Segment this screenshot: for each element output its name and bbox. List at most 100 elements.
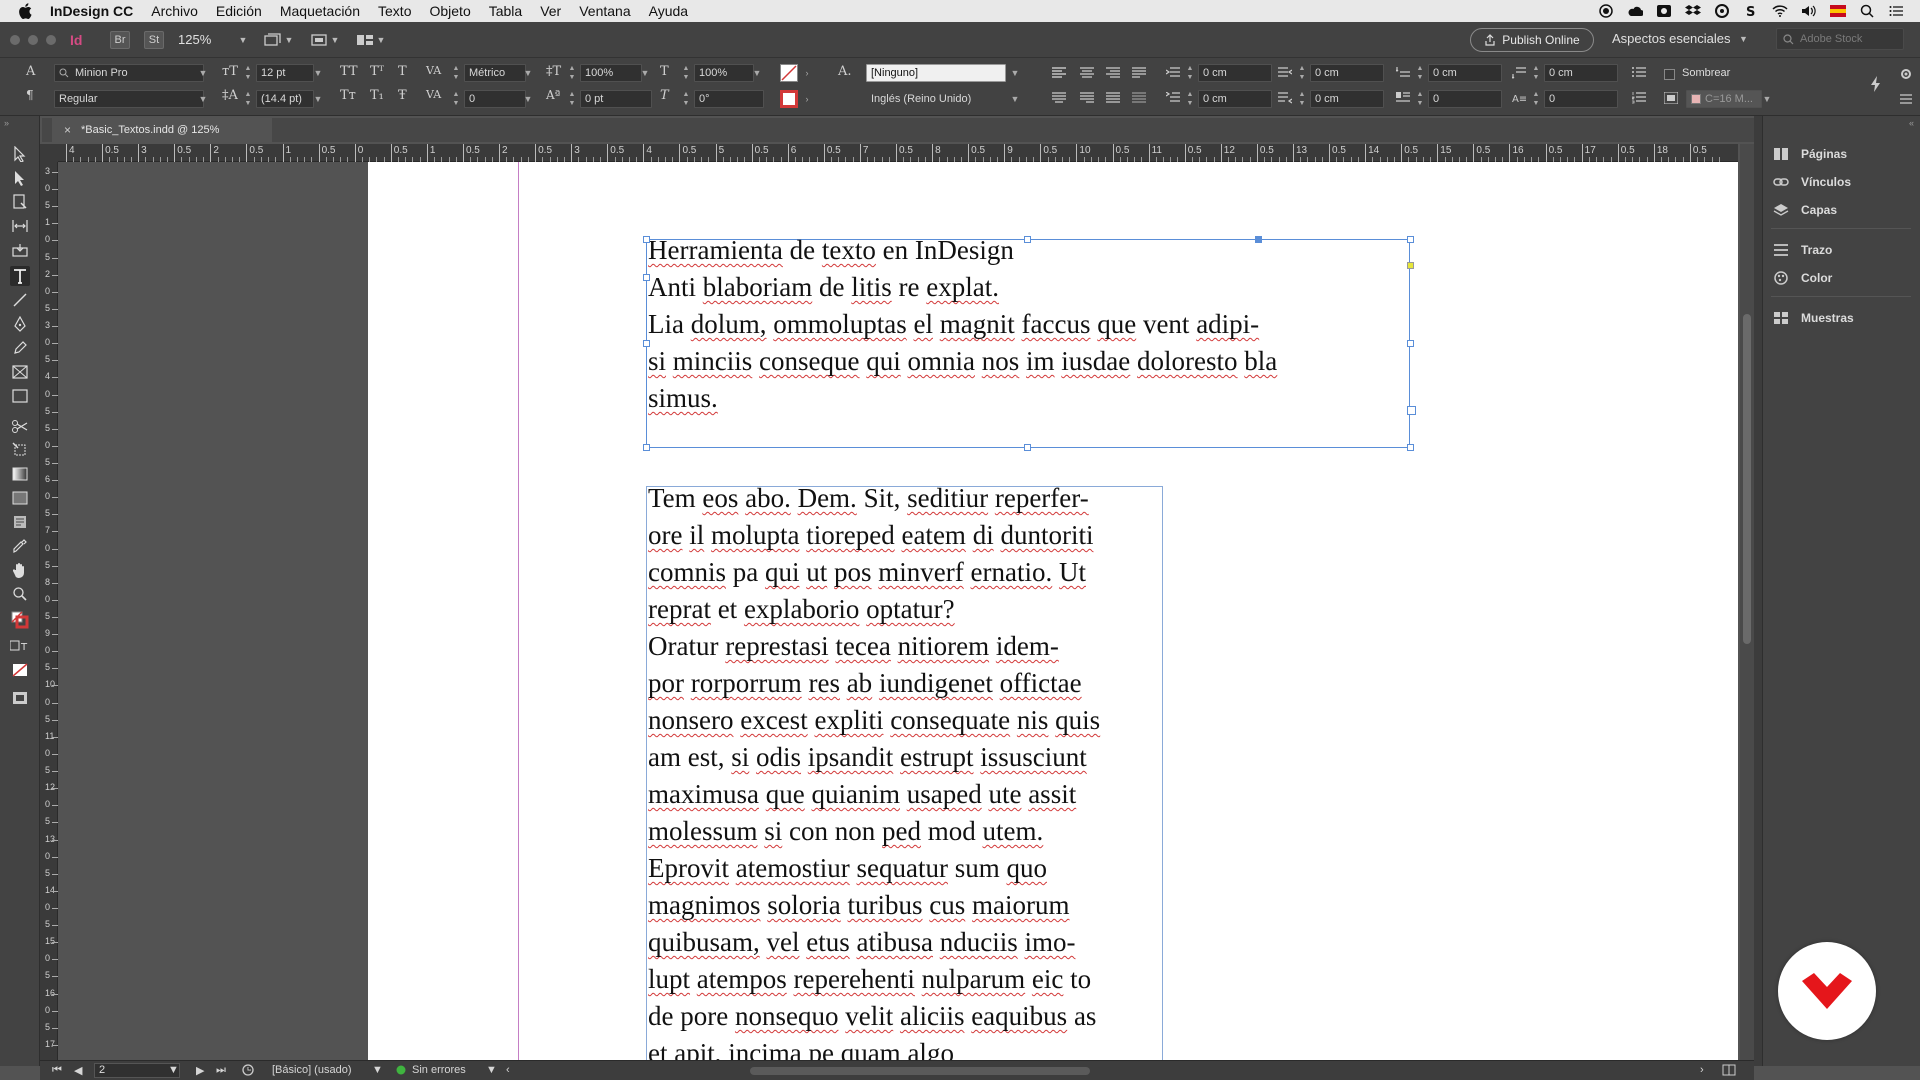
menu-ventana[interactable]: Ventana bbox=[579, 3, 630, 19]
formatting-affects-container-icon[interactable]: T bbox=[10, 636, 30, 656]
scroll-left-icon[interactable]: ‹ bbox=[506, 1064, 510, 1076]
last-line-indent-field[interactable]: 0 cm bbox=[1310, 90, 1384, 108]
cloud-icon[interactable] bbox=[1627, 4, 1643, 18]
tracking-stepper[interactable]: ▲ ▼ bbox=[452, 90, 460, 108]
rectangle-tool-icon[interactable] bbox=[10, 386, 30, 406]
last-line-indent-stepper[interactable]: ▲ ▼ bbox=[1298, 90, 1306, 108]
screen-mode-dropdown-icon[interactable]: ▼ bbox=[330, 35, 340, 45]
minimize-window-button[interactable] bbox=[28, 34, 38, 45]
text-line[interactable]: Tem eos abo. Dem. Sit, seditiur reperfer… bbox=[648, 480, 1162, 517]
character-style-field[interactable]: [Ninguno] bbox=[866, 64, 1006, 82]
first-line-indent-field[interactable]: 0 cm bbox=[1198, 90, 1272, 108]
frame1-out-port[interactable] bbox=[1407, 406, 1416, 415]
vertical-scrollbar[interactable] bbox=[1740, 144, 1754, 1060]
notification-center-icon[interactable] bbox=[1888, 4, 1904, 18]
eyedropper-tool-icon[interactable] bbox=[10, 536, 30, 556]
panel-collapse-icon[interactable]: « bbox=[1909, 118, 1914, 128]
text-line[interactable]: Anti blaboriam de litis re explat. bbox=[648, 269, 1408, 306]
previous-page-icon[interactable]: ◀ bbox=[74, 1064, 82, 1077]
horizontal-ruler[interactable]: 4 0.5 3 0.5 2 0.5 1 0.5 0 0.5 1 0.5 2 0.5 3 0.5 4 0.5 5 0.5… bbox=[58, 144, 1738, 162]
panel-settings-icon[interactable] bbox=[1900, 68, 1912, 80]
vertical-scroll-thumb[interactable] bbox=[1743, 314, 1751, 644]
horizontal-scale-stepper[interactable]: ▲ ▼ bbox=[682, 64, 690, 82]
right-indent-stepper[interactable]: ▲ ▼ bbox=[1298, 64, 1306, 82]
free-transform-tool-icon[interactable] bbox=[10, 440, 30, 460]
brand-badge[interactable] bbox=[1778, 942, 1876, 1040]
horizontal-scale-field[interactable]: 100% bbox=[694, 64, 754, 82]
zoom-dropdown-icon[interactable]: ▼ bbox=[238, 35, 248, 45]
language-field[interactable]: Inglés (Reino Unido) bbox=[866, 90, 1006, 108]
kerning-dropdown-icon[interactable]: ▼ bbox=[523, 64, 533, 82]
arrange-dropdown-icon[interactable]: ▼ bbox=[376, 35, 386, 45]
flag-icon[interactable] bbox=[1830, 4, 1846, 18]
workspace-switcher[interactable]: Aspectos esenciales ▼ bbox=[1612, 31, 1749, 46]
tracking-dropdown-icon[interactable]: ▼ bbox=[523, 90, 533, 108]
frame1-handle-tc[interactable] bbox=[1024, 236, 1031, 243]
screen-mode-icon[interactable] bbox=[308, 31, 330, 49]
left-indent-stepper[interactable]: ▲ ▼ bbox=[1186, 64, 1194, 82]
document-canvas[interactable]: Herramienta de texto en InDesign Anti bla… bbox=[58, 162, 1738, 1060]
close-window-button[interactable] bbox=[10, 34, 20, 45]
apply-none-icon[interactable] bbox=[10, 660, 30, 680]
text-line[interactable]: simus. bbox=[648, 380, 1408, 417]
panel-swatches[interactable]: Muestras bbox=[1763, 306, 1920, 330]
menu-edicion[interactable]: Edición bbox=[216, 3, 262, 19]
sync-icon[interactable] bbox=[1714, 4, 1730, 18]
app-menu[interactable]: InDesign CC bbox=[50, 3, 133, 19]
space-after-stepper[interactable]: ▲ ▼ bbox=[1532, 64, 1540, 82]
rectangle-frame-tool-icon[interactable] bbox=[10, 362, 30, 382]
master-page-label[interactable]: [Básico] (usado) bbox=[272, 1064, 351, 1076]
first-line-indent-stepper[interactable]: ▲ ▼ bbox=[1186, 90, 1194, 108]
panel-links[interactable]: Vínculos bbox=[1763, 170, 1920, 194]
selection-tool-icon[interactable] bbox=[10, 144, 30, 164]
frame1-handle-ml[interactable] bbox=[643, 340, 650, 347]
text-line[interactable]: maximusa que quianim usaped ute assit bbox=[648, 776, 1162, 813]
text-line[interactable]: lupt atempos reperehenti nulparum eic to bbox=[648, 961, 1162, 998]
shading-swatch-dropdown-icon[interactable]: ▼ bbox=[1762, 90, 1772, 108]
strikethrough-icon[interactable]: Ŧ bbox=[398, 88, 407, 103]
scroll-right-icon[interactable]: › bbox=[1700, 1064, 1704, 1076]
zoom-window-button[interactable] bbox=[46, 34, 56, 45]
ruler-origin[interactable] bbox=[40, 144, 58, 162]
stroke-swatch[interactable] bbox=[780, 90, 798, 108]
skype-icon[interactable]: S bbox=[1743, 4, 1759, 18]
content-collector-tool-icon[interactable] bbox=[10, 240, 30, 260]
frame1-handle-tr[interactable] bbox=[1407, 236, 1414, 243]
last-page-icon[interactable]: ⏭ bbox=[216, 1064, 226, 1077]
numbering-icon[interactable] bbox=[1632, 92, 1646, 104]
zoom-level-field[interactable]: 125% bbox=[178, 30, 238, 50]
panel-layers[interactable]: Capas bbox=[1763, 198, 1920, 222]
tracking-field[interactable]: 0 bbox=[464, 90, 526, 108]
menu-maquetacion[interactable]: Maquetación bbox=[280, 3, 360, 19]
language-dropdown-icon[interactable]: ▼ bbox=[1010, 90, 1020, 108]
pen-tool-icon[interactable] bbox=[10, 314, 30, 334]
text-line[interactable]: si minciis conseque qui omnia nos im ius… bbox=[648, 343, 1408, 380]
justify-center-icon[interactable] bbox=[1052, 92, 1066, 104]
justify-right-icon[interactable] bbox=[1080, 92, 1094, 104]
text-line[interactable]: Oratur represtasi tecea nitiorem idem- bbox=[648, 628, 1162, 665]
text-line[interactable]: ore il molupta tioreped eatem di duntori… bbox=[648, 517, 1162, 554]
drop-cap-chars-field[interactable]: 0 bbox=[1544, 90, 1618, 108]
bullets-icon[interactable] bbox=[1632, 67, 1646, 79]
space-before-stepper[interactable]: ▲ ▼ bbox=[1416, 64, 1424, 82]
text-line[interactable]: nonsero excest expliti consequate nis qu… bbox=[648, 702, 1162, 739]
subscript-icon[interactable]: T₁ bbox=[370, 88, 384, 103]
first-page-icon[interactable]: ⏮ bbox=[52, 1064, 62, 1077]
frame1-corner-options-handle[interactable] bbox=[1407, 262, 1414, 269]
text-line[interactable]: por rorporrum res ab iundigenet offictae bbox=[648, 665, 1162, 702]
frame1-in-port[interactable] bbox=[643, 274, 650, 281]
dropbox-icon[interactable] bbox=[1685, 4, 1701, 18]
frame1-handle-tl[interactable] bbox=[643, 236, 650, 243]
text-line[interactable]: et apit, incima pe quam algo bbox=[648, 1035, 1162, 1060]
fill-swatch[interactable] bbox=[780, 64, 798, 82]
shading-checkbox[interactable] bbox=[1664, 69, 1675, 80]
superscript-icon[interactable]: Tᵀ bbox=[370, 64, 384, 79]
font-size-stepper[interactable]: ▲ ▼ bbox=[244, 64, 252, 82]
text-frame-2[interactable]: Tem eos abo. Dem. Sit, seditiur reperfer… bbox=[648, 480, 1162, 1060]
pencil-tool-icon[interactable] bbox=[10, 338, 30, 358]
align-center-icon[interactable] bbox=[1080, 67, 1094, 79]
record-icon[interactable] bbox=[1598, 4, 1614, 18]
text-line[interactable]: molessum si con non ped mod utem. bbox=[648, 813, 1162, 850]
master-dropdown-icon[interactable]: ▼ bbox=[372, 1064, 383, 1076]
small-caps-icon[interactable]: Tт bbox=[340, 88, 356, 103]
